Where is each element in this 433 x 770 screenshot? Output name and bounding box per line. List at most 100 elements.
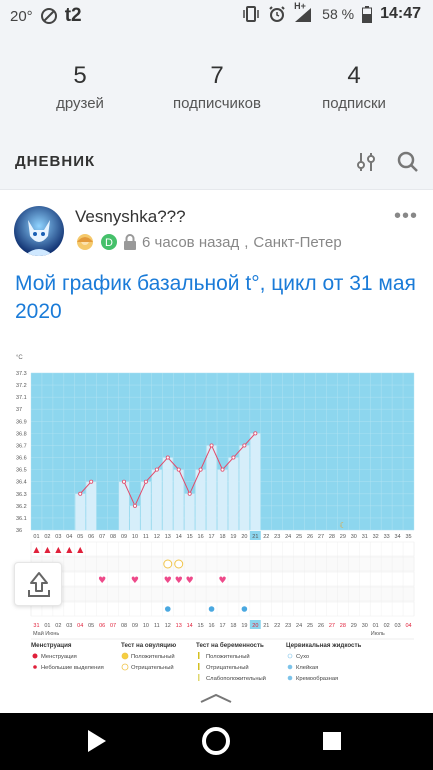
ovulation-test-icon <box>163 559 173 569</box>
x-tick-label: 06 <box>88 534 94 540</box>
y-tick-label: 37.1 <box>16 395 27 401</box>
signal-icon: H+ <box>294 1 314 23</box>
legend-group-title: Тест на беременность <box>196 642 264 649</box>
alarm-icon <box>269 6 285 22</box>
diary-post: Vesnyshka??? ••• D 6 часов назад , Санкт… <box>0 192 433 687</box>
date-label: 16 <box>208 623 214 629</box>
filter-icon[interactable] <box>352 148 380 176</box>
stat-value: 5 <box>73 62 87 89</box>
legend-item-label: Положительный <box>131 653 175 660</box>
x-tick-label: 04 <box>66 534 72 540</box>
x-tick-label: 30 <box>351 534 357 540</box>
x-tick-label: 05 <box>77 534 83 540</box>
date-label: 12 <box>165 623 171 629</box>
date-label: 08 <box>121 623 127 629</box>
x-tick-label: 01 <box>33 534 39 540</box>
legend-test-icon <box>121 663 129 671</box>
date-label: 03 <box>66 623 72 629</box>
marker-row <box>30 601 415 617</box>
profile-stats: 5 друзей 7 подписчиков 4 подписки <box>0 32 433 132</box>
legend-item-label: Отрицательный <box>131 664 174 671</box>
chevron-up-icon <box>200 693 232 703</box>
date-label: 13 <box>176 623 182 629</box>
date-label: 02 <box>384 623 390 629</box>
temp-bar <box>86 481 97 530</box>
date-label: 24 <box>296 623 302 629</box>
back-icon[interactable] <box>88 730 106 752</box>
x-tick-label: 17 <box>208 534 214 540</box>
temp-bar <box>217 469 228 530</box>
android-nav-bar <box>0 713 433 770</box>
date-label: 22 <box>274 623 280 629</box>
x-tick-label: 03 <box>55 534 61 540</box>
status-bar: 20° t2 H+ 58 % 14:47 <box>0 0 433 32</box>
post-author[interactable]: Vesnyshka??? <box>75 207 186 227</box>
x-tick-label: 09 <box>121 534 127 540</box>
stat-friends[interactable]: 5 друзей <box>10 62 150 112</box>
y-tick-label: 36.2 <box>16 504 27 510</box>
temp-bar <box>129 505 140 530</box>
data-saver-icon <box>40 8 57 24</box>
date-label: 01 <box>44 623 50 629</box>
x-tick-label: 12 <box>154 534 160 540</box>
post-location: Санкт-Петер <box>253 233 342 251</box>
date-label: 27 <box>329 623 335 629</box>
home-icon[interactable] <box>202 727 230 755</box>
mucus-drop-icon <box>164 606 171 612</box>
date-label: 03 <box>395 623 401 629</box>
temp-bar <box>151 469 162 530</box>
y-unit-label: °C <box>16 355 23 361</box>
menstruation-drop-icon: ▲ <box>33 545 40 554</box>
battery-text: 58 % <box>322 6 355 22</box>
menstruation-drop-icon: ▲ <box>66 545 73 554</box>
ovulation-test-icon <box>174 559 184 569</box>
x-tick-label: 16 <box>198 534 204 540</box>
stat-value: 4 <box>347 62 361 89</box>
legend-item-label: Положительный <box>206 653 250 660</box>
stat-subscriptions[interactable]: 4 подписки <box>284 62 424 112</box>
date-label: 05 <box>88 623 94 629</box>
date-label: 29 <box>351 623 357 629</box>
date-label: 31 <box>33 623 39 629</box>
temp-point <box>253 431 258 436</box>
stat-followers[interactable]: 7 подписчиков <box>147 62 287 112</box>
temp-bar <box>206 445 217 530</box>
battery-icon <box>362 5 373 23</box>
collapse-bar[interactable] <box>0 687 433 713</box>
x-tick-label: 35 <box>405 534 411 540</box>
recents-icon[interactable] <box>323 732 341 750</box>
temp-point <box>143 479 148 484</box>
post-title[interactable]: Мой график базальной t°, цикл от 31 мая … <box>15 270 420 326</box>
temp-bar <box>228 457 239 530</box>
temp-point <box>89 479 94 484</box>
legend-mucus-icon <box>287 653 293 659</box>
menstruation-drop-icon: ▲ <box>55 545 62 554</box>
x-tick-label: 08 <box>110 534 116 540</box>
share-button[interactable] <box>14 562 62 606</box>
legend-item-label: Менструация <box>41 654 77 660</box>
y-tick-label: 36.4 <box>16 480 27 486</box>
temp-point <box>176 467 181 472</box>
temp-bar <box>75 493 86 530</box>
legend-mucus-icon <box>287 675 293 681</box>
x-tick-label: 10 <box>132 534 138 540</box>
marker-row <box>30 586 415 602</box>
x-tick-label: 20 <box>241 534 247 540</box>
menstruation-drop-icon: ▲ <box>44 545 51 554</box>
x-tick-label: 18 <box>219 534 225 540</box>
x-tick-label: 32 <box>373 534 379 540</box>
temp-point <box>242 443 247 448</box>
y-tick-label: 36 <box>16 528 22 534</box>
clock-text: 14:47 <box>380 5 421 22</box>
temp-bar <box>162 457 173 530</box>
more-icon[interactable]: ••• <box>394 205 418 228</box>
y-tick-label: 36.9 <box>16 419 27 425</box>
month-label: Май Июнь <box>33 630 59 637</box>
search-icon[interactable] <box>394 148 422 176</box>
avatar[interactable] <box>14 206 64 256</box>
diary-title: ДНЕВНИК <box>15 153 96 170</box>
temp-point <box>231 455 236 460</box>
bbt-chart: °C 36 36.1 36.2 36.3 36.4 36.5 36.6 36.7 36.8 36.9… <box>16 355 415 682</box>
moon-icon: ☾ <box>339 521 346 530</box>
svg-text:D: D <box>105 237 113 249</box>
